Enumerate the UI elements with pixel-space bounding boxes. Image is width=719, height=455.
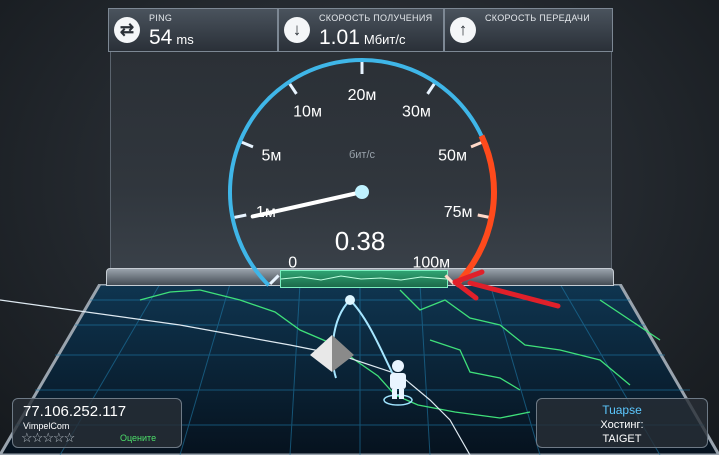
gauge-unit-label: бит/с (349, 149, 376, 161)
gauge-tick (477, 213, 490, 219)
gauge-scale-label: 0 (288, 254, 297, 271)
client-info-panel: 77.106.252.117 VimpelCom ☆☆☆☆☆ Оцените (12, 398, 182, 448)
client-ip: 77.106.252.117 (23, 403, 127, 420)
rate-link[interactable]: Оцените (120, 433, 156, 443)
gauge-tick (470, 140, 483, 149)
star-icon[interactable]: ☆ (32, 430, 44, 445)
host-label: Хостинг: (600, 419, 644, 431)
server-city[interactable]: Tuapse (537, 403, 707, 417)
host-name: TAIGET (602, 433, 642, 445)
gauge-scale-label: 20м (348, 87, 377, 104)
gauge-tick (241, 140, 254, 149)
gauge-current-value: 0.38 (335, 226, 386, 256)
gauge-tick (234, 213, 247, 219)
gauge-tick (269, 274, 280, 285)
gauge-scale-label: 75м (444, 204, 473, 221)
gauge-tick (426, 83, 436, 95)
speedtest-window: ⇄ PING 54 ms ↓ СКОРОСТЬ ПОЛУЧЕНИЯ 1.01 Мби… (0, 0, 719, 455)
gauge-scale-label: 50м (438, 147, 467, 164)
annotation-arrow-icon (452, 269, 561, 309)
star-icon[interactable]: ☆ (42, 430, 54, 445)
gauge-hub (355, 185, 369, 199)
speed-gauge: 01м5м10м20м30м50м75м100м бит/с 0.38 (228, 58, 561, 309)
star-icon[interactable]: ☆ (53, 430, 65, 445)
gauge-scale-label: 10м (293, 104, 322, 121)
gauge-tick (288, 83, 298, 95)
server-info-panel: Tuapse Хостинг: TAIGET (536, 398, 708, 448)
star-icon[interactable]: ☆ (21, 430, 33, 445)
star-icon[interactable]: ☆ (64, 430, 76, 445)
gauge-scale-label: 5м (262, 147, 282, 164)
gauge-scale-label: 100м (412, 254, 450, 271)
rating-stars[interactable]: ☆☆☆☆☆ (21, 430, 76, 446)
gauge-scale-label: 30м (402, 104, 431, 121)
